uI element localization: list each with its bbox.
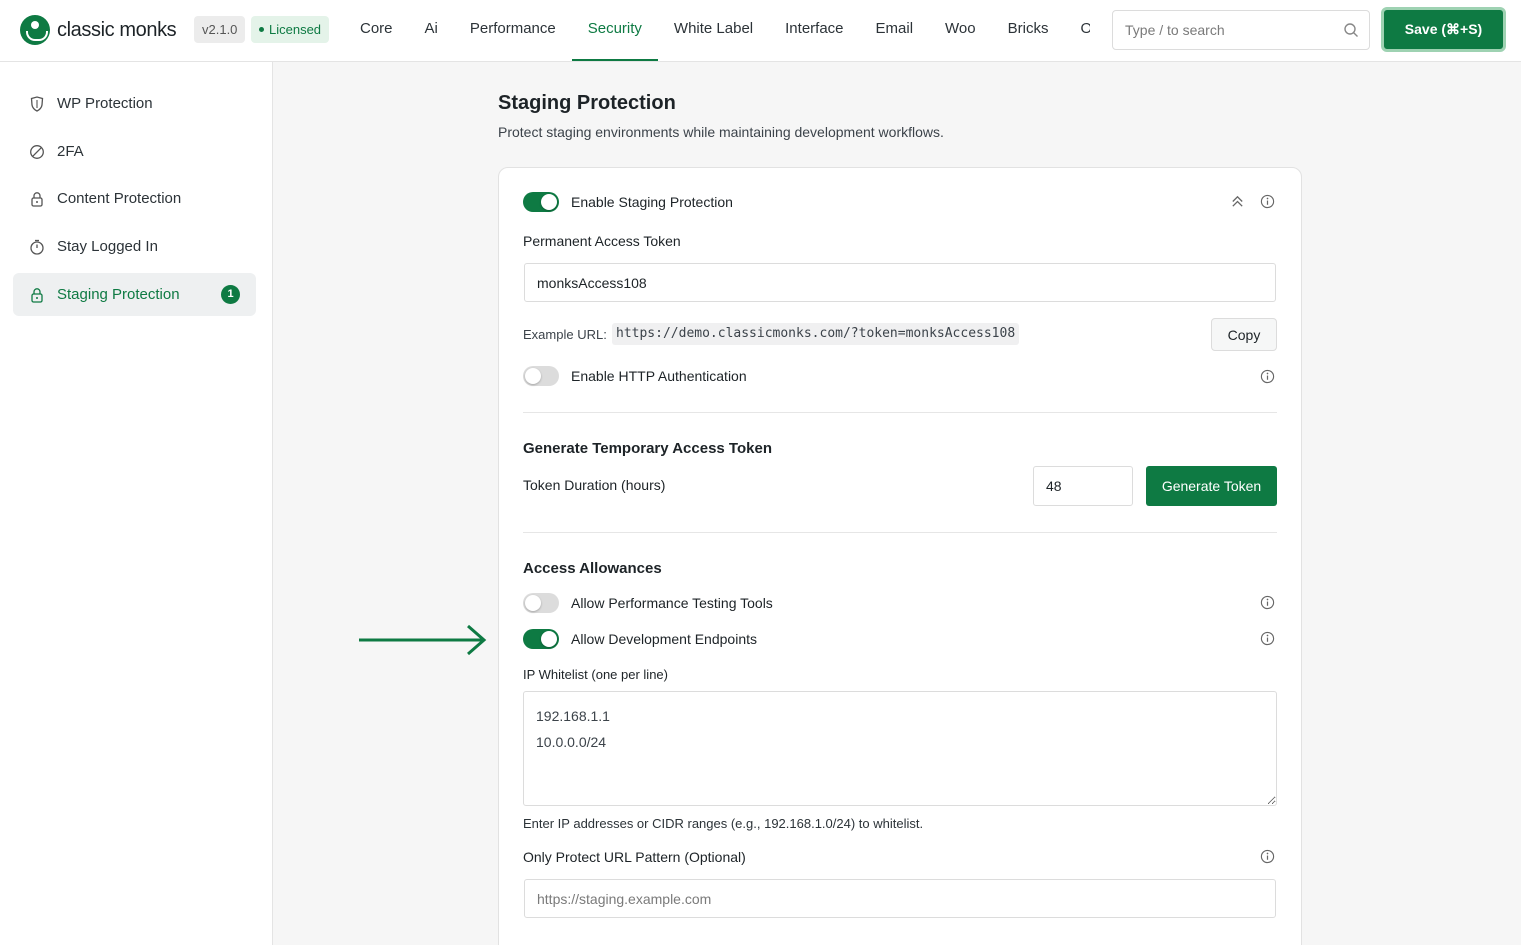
- info-icon[interactable]: [1260, 595, 1275, 610]
- search-input[interactable]: [1113, 11, 1323, 49]
- sidebar: WP Protection 2FA Content Protection Sta…: [0, 62, 273, 945]
- enable-staging-label: Enable Staging Protection: [571, 194, 733, 210]
- shield-icon: [29, 95, 45, 112]
- enable-staging-toggle[interactable]: [523, 192, 559, 212]
- lock-icon: [29, 191, 45, 207]
- tab-ai[interactable]: Ai: [409, 0, 454, 61]
- tab-email[interactable]: Email: [860, 0, 930, 61]
- tab-white-label[interactable]: White Label: [658, 0, 769, 61]
- tab-opt[interactable]: Opt: [1064, 0, 1090, 61]
- main-nav: Core Ai Performance Security White Label…: [344, 0, 1090, 61]
- save-button[interactable]: Save (⌘+S): [1381, 7, 1506, 52]
- tab-security[interactable]: Security: [571, 0, 658, 61]
- chevron-up-icon[interactable]: [1230, 194, 1245, 209]
- url-pattern-input[interactable]: [524, 879, 1276, 918]
- lock-icon: [29, 287, 45, 303]
- sidebar-item-label: WP Protection: [57, 95, 153, 112]
- tab-bricks[interactable]: Bricks: [992, 0, 1065, 61]
- generate-token-button[interactable]: Generate Token: [1146, 466, 1277, 506]
- ip-whitelist-textarea[interactable]: 192.168.1.1 10.0.0.0/24: [523, 691, 1277, 806]
- permanent-token-label: Permanent Access Token: [523, 233, 681, 249]
- temp-token-heading: Generate Temporary Access Token: [523, 440, 772, 457]
- info-icon[interactable]: [1260, 369, 1275, 384]
- example-url-label: Example URL:: [523, 327, 607, 342]
- tab-core[interactable]: Core: [344, 0, 409, 61]
- example-url-code: https://demo.classicmonks.com/?token=mon…: [612, 323, 1020, 345]
- info-icon[interactable]: [1260, 194, 1275, 209]
- sidebar-item-label: Stay Logged In: [57, 238, 158, 255]
- sidebar-item-label: 2FA: [57, 143, 84, 160]
- search-box: [1112, 10, 1370, 50]
- tab-woo[interactable]: Woo: [929, 0, 992, 61]
- info-icon[interactable]: [1260, 631, 1275, 646]
- permanent-token-input[interactable]: [524, 263, 1276, 302]
- ip-whitelist-label: IP Whitelist (one per line): [523, 667, 668, 682]
- brand-logo[interactable]: classic monks: [20, 15, 177, 45]
- performance-tools-label: Allow Performance Testing Tools: [571, 595, 773, 611]
- tab-interface[interactable]: Interface: [769, 0, 859, 61]
- http-auth-label: Enable HTTP Authentication: [571, 368, 747, 384]
- section-divider: [523, 532, 1277, 533]
- brand-name: classic monks: [57, 18, 177, 41]
- token-duration-label: Token Duration (hours): [523, 477, 666, 493]
- access-allowances-heading: Access Allowances: [523, 560, 662, 577]
- search-icon[interactable]: [1343, 22, 1359, 38]
- url-pattern-label: Only Protect URL Pattern (Optional): [523, 849, 746, 865]
- version-badge: v2.1.0: [194, 16, 246, 43]
- tab-performance[interactable]: Performance: [454, 0, 572, 61]
- page-description: Protect staging environments while maint…: [498, 124, 944, 140]
- sidebar-item-staging-protection[interactable]: Staging Protection 1: [13, 273, 256, 316]
- arrow-right-icon: [359, 624, 487, 656]
- sidebar-item-2fa[interactable]: 2FA: [13, 130, 256, 173]
- token-duration-input[interactable]: [1033, 466, 1133, 506]
- status-dot-icon: [259, 27, 264, 33]
- page-title: Staging Protection: [498, 92, 676, 114]
- sidebar-item-label: Content Protection: [57, 190, 182, 207]
- dev-endpoints-label: Allow Development Endpoints: [571, 631, 757, 647]
- top-bar: classic monks v2.1.0 Licensed Core Ai Pe…: [0, 0, 1521, 62]
- sidebar-item-content-protection[interactable]: Content Protection: [13, 177, 256, 220]
- section-divider: [523, 412, 1277, 413]
- copy-button[interactable]: Copy: [1211, 318, 1277, 351]
- license-badge: Licensed: [251, 16, 330, 43]
- sidebar-item-stay-logged-in[interactable]: Stay Logged In: [13, 225, 256, 268]
- info-icon[interactable]: [1260, 849, 1275, 864]
- slashed-circle-icon: [29, 144, 45, 160]
- ip-whitelist-hint: Enter IP addresses or CIDR ranges (e.g.,…: [523, 816, 924, 831]
- timer-icon: [29, 239, 45, 255]
- performance-tools-toggle[interactable]: [523, 593, 559, 613]
- dev-endpoints-toggle[interactable]: [523, 629, 559, 649]
- monk-logo-icon: [20, 15, 50, 45]
- count-badge: 1: [221, 285, 240, 304]
- sidebar-item-wp-protection[interactable]: WP Protection: [13, 82, 256, 125]
- license-label: Licensed: [269, 22, 322, 37]
- sidebar-item-label: Staging Protection: [57, 286, 180, 303]
- http-auth-toggle[interactable]: [523, 366, 559, 386]
